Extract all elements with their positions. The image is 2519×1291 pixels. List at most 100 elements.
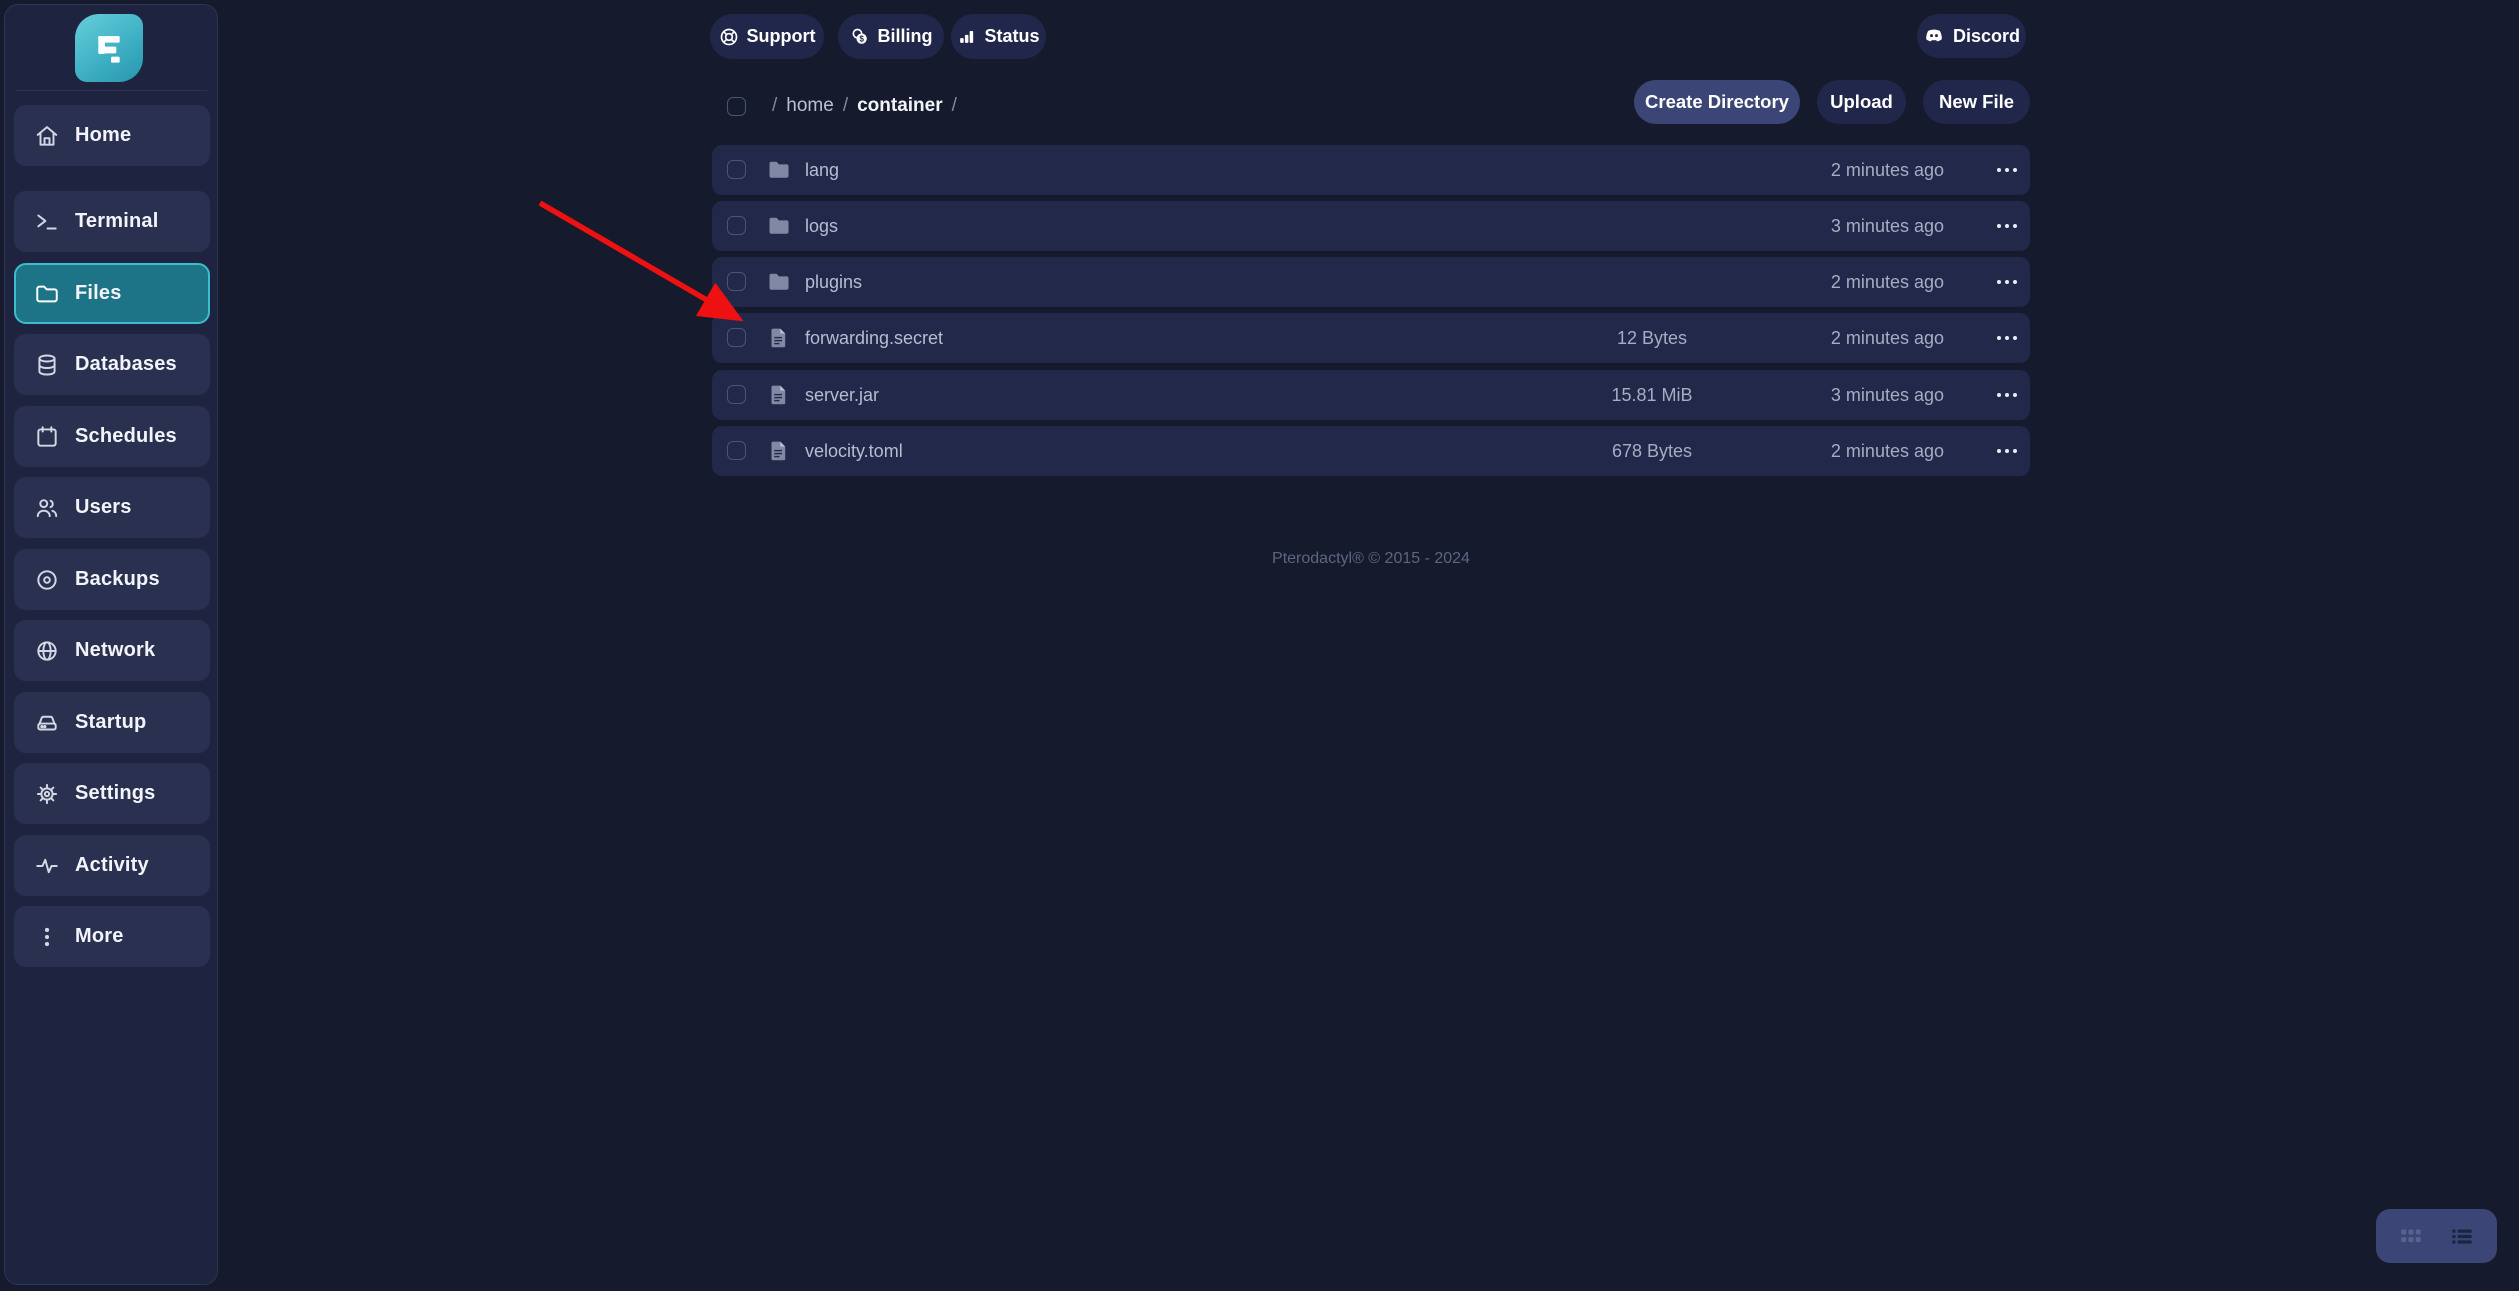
file-name: forwarding.secret [805, 313, 943, 363]
file-size: 15.81 MiB [1552, 370, 1752, 420]
list-view-icon [2449, 1223, 2475, 1249]
sidebar-item-backups[interactable]: Backups [14, 549, 210, 610]
file-row-lang[interactable]: lang 2 minutes ago [712, 145, 2030, 195]
upload-button[interactable]: Upload [1817, 80, 1906, 124]
sidebar-item-label: Network [75, 639, 155, 662]
sidebar-item-label: Startup [75, 711, 146, 734]
row-checkbox[interactable] [727, 160, 746, 179]
svg-text:$: $ [859, 34, 864, 43]
pterodactyl-file-manager: Home Terminal Files Databases Schedules [0, 0, 2519, 1291]
file-row-velocity-toml[interactable]: velocity.toml 678 Bytes 2 minutes ago [712, 426, 2030, 476]
sidebar-item-network[interactable]: Network [14, 620, 210, 681]
new-file-button[interactable]: New File [1923, 80, 2030, 124]
sidebar-item-users[interactable]: Users [14, 477, 210, 538]
sidebar-item-label: Activity [75, 854, 149, 877]
sidebar-item-label: Schedules [75, 425, 177, 448]
file-modified: 2 minutes ago [1742, 313, 1944, 363]
breadcrumb-separator: / [843, 95, 848, 117]
file-name: plugins [805, 257, 862, 307]
sidebar-item-label: Databases [75, 353, 177, 376]
bar-chart-icon [957, 27, 976, 46]
discord-label: Discord [1953, 26, 2020, 47]
status-button[interactable]: Status [951, 14, 1046, 59]
database-icon [33, 351, 60, 378]
sidebar-item-label: Terminal [75, 210, 158, 233]
calendar-icon [33, 423, 60, 450]
file-modified: 2 minutes ago [1742, 257, 1944, 307]
row-menu-button[interactable] [1984, 370, 2030, 420]
row-checkbox[interactable] [727, 328, 746, 347]
row-menu-button[interactable] [1984, 313, 2030, 363]
sidebar-item-startup[interactable]: Startup [14, 692, 210, 753]
globe-icon [33, 637, 60, 664]
file-size: 12 Bytes [1552, 313, 1752, 363]
support-button[interactable]: Support [710, 14, 824, 59]
sidebar-item-label: Settings [75, 782, 156, 805]
grid-view-button[interactable] [2396, 1221, 2426, 1251]
list-view-button[interactable] [2447, 1221, 2477, 1251]
support-label: Support [747, 26, 816, 47]
row-checkbox[interactable] [727, 272, 746, 291]
sidebar-item-databases[interactable]: Databases [14, 334, 210, 395]
gear-icon [33, 780, 60, 807]
file-row-forwarding-secret[interactable]: forwarding.secret 12 Bytes 2 minutes ago [712, 313, 2030, 363]
sidebar-divider [15, 90, 207, 91]
discord-button[interactable]: Discord [1917, 14, 2026, 58]
grid-view-icon [2398, 1223, 2424, 1249]
folder-icon [33, 280, 60, 307]
file-icon [767, 383, 791, 407]
lifebuoy-icon [719, 27, 739, 47]
sidebar-item-label: Users [75, 496, 132, 519]
status-label: Status [984, 26, 1039, 47]
sidebar: Home Terminal Files Databases Schedules [4, 4, 218, 1285]
row-checkbox[interactable] [727, 216, 746, 235]
sidebar-item-terminal[interactable]: Terminal [14, 191, 210, 252]
create-directory-button[interactable]: Create Directory [1634, 80, 1800, 124]
breadcrumb-bar: / home / container / [712, 88, 1612, 124]
file-row-logs[interactable]: logs 3 minutes ago [712, 201, 2030, 251]
file-icon [767, 439, 791, 463]
target-icon [33, 566, 60, 593]
sidebar-item-activity[interactable]: Activity [14, 835, 210, 896]
breadcrumb-segment-container: container [857, 95, 943, 117]
select-all-checkbox[interactable] [727, 97, 746, 116]
file-size: 678 Bytes [1552, 426, 1752, 476]
footer-copyright: Pterodactyl® © 2015 - 2024 [712, 550, 2030, 568]
pulse-icon [33, 852, 60, 879]
breadcrumb-segment-home[interactable]: home [786, 95, 834, 117]
view-toggle-group [2376, 1209, 2497, 1263]
file-row-plugins[interactable]: plugins 2 minutes ago [712, 257, 2030, 307]
row-menu-button[interactable] [1984, 145, 2030, 195]
sidebar-item-home[interactable]: Home [14, 105, 210, 166]
sidebar-item-more[interactable]: More [14, 906, 210, 967]
logo-e-icon [89, 28, 129, 68]
coins-icon: $ [850, 27, 870, 47]
sidebar-item-files[interactable]: Files [14, 263, 210, 324]
folder-icon [767, 270, 791, 294]
panel-logo[interactable] [75, 14, 143, 82]
discord-icon [1923, 25, 1945, 47]
sidebar-item-label: Files [75, 282, 122, 305]
home-icon [33, 122, 60, 149]
billing-button[interactable]: $ Billing [838, 14, 944, 59]
sidebar-item-settings[interactable]: Settings [14, 763, 210, 824]
row-menu-button[interactable] [1984, 201, 2030, 251]
sidebar-item-schedules[interactable]: Schedules [14, 406, 210, 467]
row-checkbox[interactable] [727, 441, 746, 460]
folder-icon [767, 214, 791, 238]
sidebar-item-label: Backups [75, 568, 160, 591]
breadcrumb: / home / container / [772, 95, 957, 117]
file-modified: 2 minutes ago [1742, 145, 1944, 195]
file-name: server.jar [805, 370, 879, 420]
file-icon [767, 326, 791, 350]
sidebar-item-label: More [75, 925, 124, 948]
folder-icon [767, 158, 791, 182]
sidebar-item-label: Home [75, 124, 131, 147]
row-menu-button[interactable] [1984, 257, 2030, 307]
row-checkbox[interactable] [727, 385, 746, 404]
row-menu-button[interactable] [1984, 426, 2030, 476]
file-name: lang [805, 145, 839, 195]
terminal-icon [33, 208, 60, 235]
file-name: velocity.toml [805, 426, 903, 476]
file-row-server-jar[interactable]: server.jar 15.81 MiB 3 minutes ago [712, 370, 2030, 420]
